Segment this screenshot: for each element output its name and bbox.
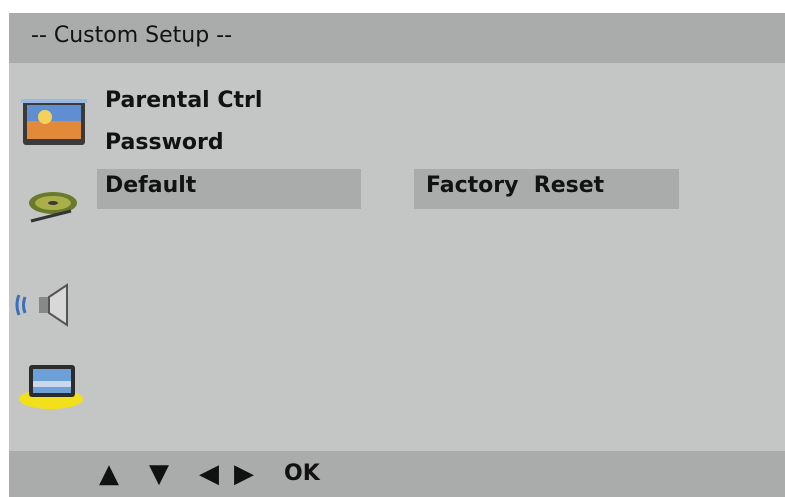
tv-picture-icon[interactable]: [21, 95, 91, 149]
menu-item-password[interactable]: Password: [105, 130, 224, 155]
speaker-icon[interactable]: [15, 281, 77, 329]
right-arrow-icon: ▶: [234, 459, 254, 489]
menu-item-default[interactable]: Default: [97, 169, 361, 209]
down-arrow-icon: ▼: [149, 459, 169, 489]
monitor-icon[interactable]: [17, 361, 87, 413]
left-arrow-icon: ◀: [199, 459, 219, 489]
page-title: -- Custom Setup --: [31, 23, 233, 48]
osd-screen: -- Custom Setup -- Parental Ctrl Passwor…: [9, 13, 785, 497]
footer-bar: ▲ ▼ ◀ ▶ OK: [9, 451, 785, 497]
disc-icon[interactable]: [23, 183, 83, 228]
option-factory-reset-label: Factory Reset: [426, 173, 605, 198]
ok-label: OK: [284, 461, 320, 486]
header-bar: -- Custom Setup --: [9, 13, 785, 63]
menu-item-default-label: Default: [105, 173, 197, 198]
option-factory-reset[interactable]: Factory Reset: [414, 169, 679, 209]
menu-item-parental-ctrl[interactable]: Parental Ctrl: [105, 88, 262, 113]
up-arrow-icon: ▲: [99, 459, 119, 489]
